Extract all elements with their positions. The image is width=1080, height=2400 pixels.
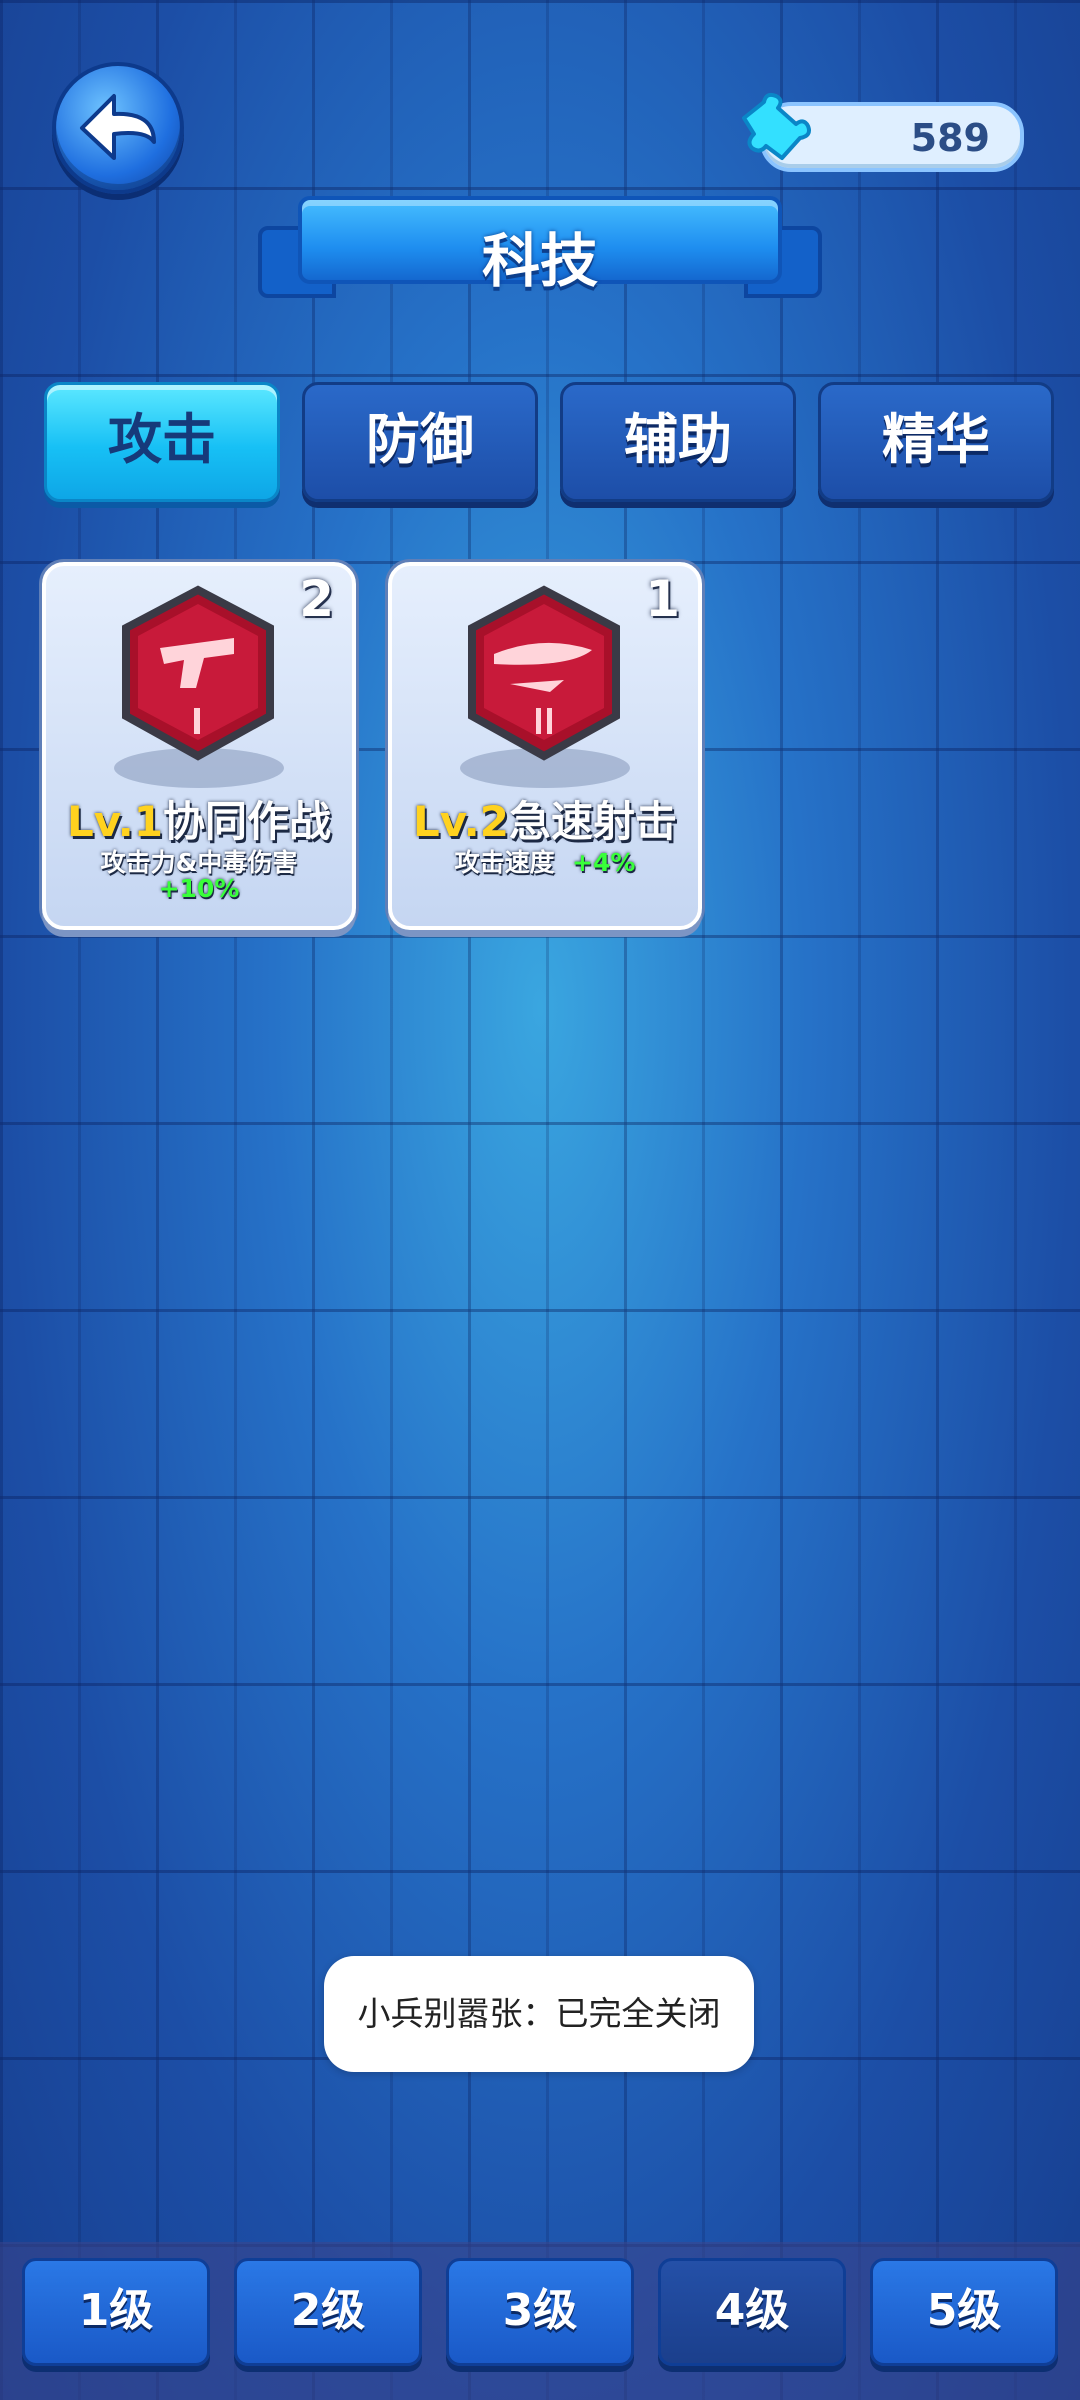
level-1-button[interactable]: 1级 xyxy=(22,2258,210,2366)
card-level: Lv.1 xyxy=(67,797,163,846)
card-description: 攻击力&中毒伤害 +10% xyxy=(46,850,352,902)
card-name: 协同作战 xyxy=(162,797,331,846)
toast-message: 小兵别嚣张：已完全关闭 xyxy=(324,1956,754,2072)
level-5-button[interactable]: 5级 xyxy=(870,2258,1058,2366)
tab-defense[interactable]: 防御 xyxy=(302,382,538,502)
level-3-button[interactable]: 3级 xyxy=(446,2258,634,2366)
ribbon-body: 科技 xyxy=(298,196,782,295)
card-title: Lv.1协同作战 xyxy=(46,788,352,849)
bullet-icon xyxy=(468,585,620,761)
card-desc-text: 攻击力&中毒伤害 xyxy=(100,848,298,877)
card-bonus: +10% xyxy=(158,874,240,903)
card-bonus: +4% xyxy=(572,848,636,877)
back-arrow-icon xyxy=(80,94,156,160)
tech-card-cooperative-combat[interactable]: 2 Lv.1协同作战 攻击力&中毒伤害 +10% xyxy=(42,562,356,930)
puzzle-piece-icon xyxy=(742,92,811,160)
card-description: 攻击速度 +4% xyxy=(392,850,698,876)
card-desc-text: 攻击速度 xyxy=(454,848,555,877)
back-button[interactable] xyxy=(52,62,184,194)
level-2-button[interactable]: 2级 xyxy=(234,2258,422,2366)
card-level: Lv.2 xyxy=(413,797,509,846)
title-ribbon: 科技 xyxy=(258,196,822,300)
tab-attack[interactable]: 攻击 xyxy=(44,382,280,502)
card-count: 1 xyxy=(645,570,680,628)
card-title: Lv.2急速射击 xyxy=(392,788,698,849)
tab-essence[interactable]: 精华 xyxy=(818,382,1054,502)
card-count: 2 xyxy=(299,570,334,628)
pistol-icon xyxy=(122,585,274,761)
tech-card-rapid-fire[interactable]: 1 Lv.2急速射击 攻击速度 +4% xyxy=(388,562,702,930)
page-title: 科技 xyxy=(481,227,598,295)
card-name: 急速射击 xyxy=(508,797,677,846)
level-4-button[interactable]: 4级 xyxy=(658,2258,846,2366)
tab-support[interactable]: 辅助 xyxy=(560,382,796,502)
